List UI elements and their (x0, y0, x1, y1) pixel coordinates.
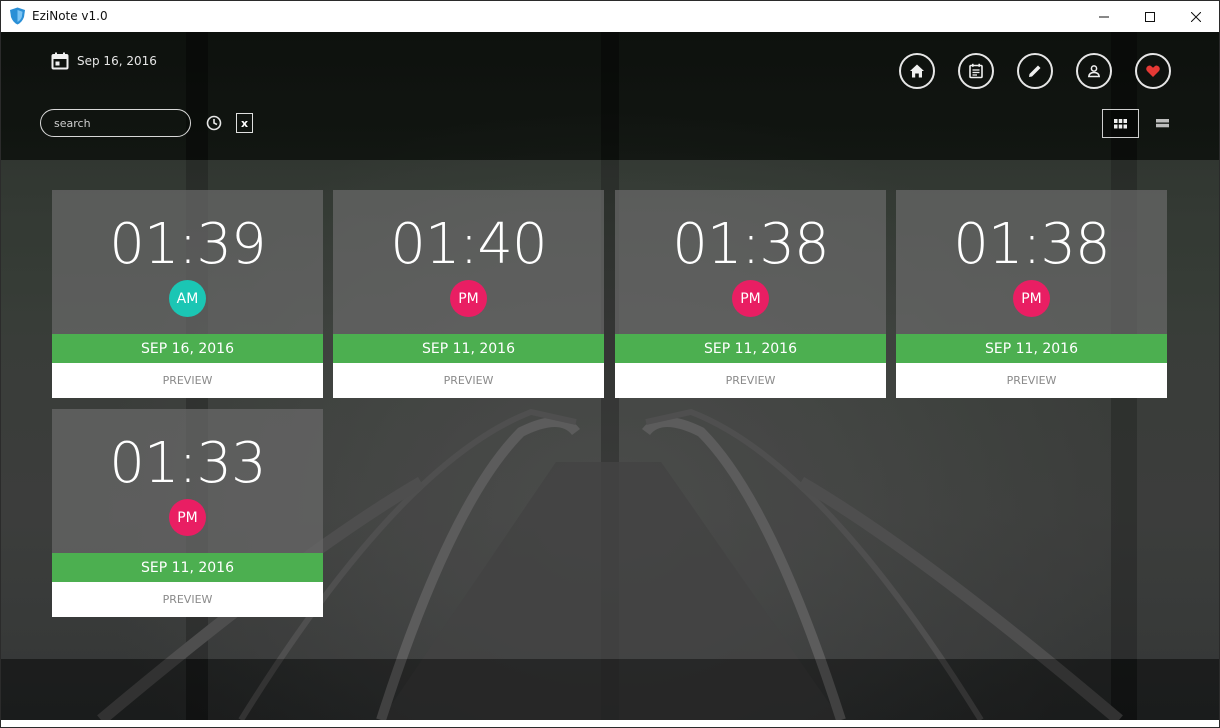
grid-view-button[interactable] (1102, 109, 1139, 138)
home-button[interactable] (899, 53, 935, 89)
profile-button[interactable] (1076, 53, 1112, 89)
list-view-icon (1155, 119, 1169, 128)
maximize-icon (1145, 11, 1155, 22)
note-card-header: 01:40 PM (333, 190, 604, 334)
note-date: SEP 16, 2016 (52, 334, 323, 363)
note-date: SEP 11, 2016 (615, 334, 886, 363)
favorites-button[interactable] (1135, 53, 1171, 89)
note-date: SEP 11, 2016 (52, 553, 323, 582)
note-time: 01:38 (953, 212, 1110, 277)
calendar-icon (969, 63, 983, 79)
note-card[interactable]: 01:33 PM SEP 11, 2016 PREVIEW (52, 409, 323, 617)
home-icon (910, 64, 924, 78)
pencil-icon (1029, 65, 1041, 77)
app-shield-icon (10, 7, 25, 25)
period-badge: AM (169, 280, 206, 317)
note-date: SEP 11, 2016 (896, 334, 1167, 363)
note-date: SEP 11, 2016 (333, 334, 604, 363)
close-button[interactable] (1173, 1, 1219, 32)
note-time: 01:38 (672, 212, 829, 277)
notes-grid: 01:39 AM SEP 16, 2016 PREVIEW 01:40 PM S… (1, 160, 1219, 659)
date-label: Sep 16, 2016 (77, 54, 157, 68)
note-card[interactable]: 01:39 AM SEP 16, 2016 PREVIEW (52, 190, 323, 398)
app-window: EziNote v1.0 Sep 16, 2016 search x 01:39… (0, 0, 1220, 728)
search-input[interactable] (40, 109, 191, 137)
note-card-header: 01:38 PM (896, 190, 1167, 334)
app-content: Sep 16, 2016 x (1, 32, 1219, 720)
period-badge: PM (450, 280, 487, 317)
note-card[interactable]: 01:38 PM SEP 11, 2016 PREVIEW (615, 190, 886, 398)
note-card[interactable]: 01:40 PM SEP 11, 2016 PREVIEW (333, 190, 604, 398)
calendar-icon (51, 52, 69, 70)
minimize-icon (1099, 16, 1109, 17)
preview-button[interactable]: PREVIEW (896, 363, 1167, 398)
close-icon (1191, 11, 1201, 22)
current-date: Sep 16, 2016 (51, 52, 157, 70)
preview-button[interactable]: PREVIEW (615, 363, 886, 398)
period-badge: PM (1013, 280, 1050, 317)
footer-bar (1, 659, 1219, 720)
note-time: 01:33 (109, 431, 266, 496)
period-badge: PM (732, 280, 769, 317)
note-card-header: 01:38 PM (615, 190, 886, 334)
calendar-button[interactable] (958, 53, 994, 89)
title-bar[interactable]: EziNote v1.0 (1, 1, 1219, 32)
minimize-button[interactable] (1081, 1, 1127, 32)
maximize-button[interactable] (1127, 1, 1173, 32)
note-card[interactable]: 01:38 PM SEP 11, 2016 PREVIEW (896, 190, 1167, 398)
heart-icon (1146, 65, 1160, 77)
note-card-header: 01:33 PM (52, 409, 323, 553)
preview-button[interactable]: PREVIEW (333, 363, 604, 398)
period-badge: PM (169, 499, 206, 536)
clear-search-button[interactable]: x (236, 113, 253, 133)
note-time: 01:39 (109, 212, 266, 277)
note-time: 01:40 (390, 212, 547, 277)
window-title: EziNote v1.0 (32, 9, 108, 23)
preview-button[interactable]: PREVIEW (52, 363, 323, 398)
grid-view-icon (1114, 118, 1127, 128)
user-icon (1087, 65, 1101, 78)
note-card-header: 01:39 AM (52, 190, 323, 334)
clock-icon[interactable] (206, 115, 222, 131)
header-bar: Sep 16, 2016 x (1, 32, 1219, 160)
list-view-button[interactable] (1152, 115, 1172, 131)
preview-button[interactable]: PREVIEW (52, 582, 323, 617)
edit-button[interactable] (1017, 53, 1053, 89)
